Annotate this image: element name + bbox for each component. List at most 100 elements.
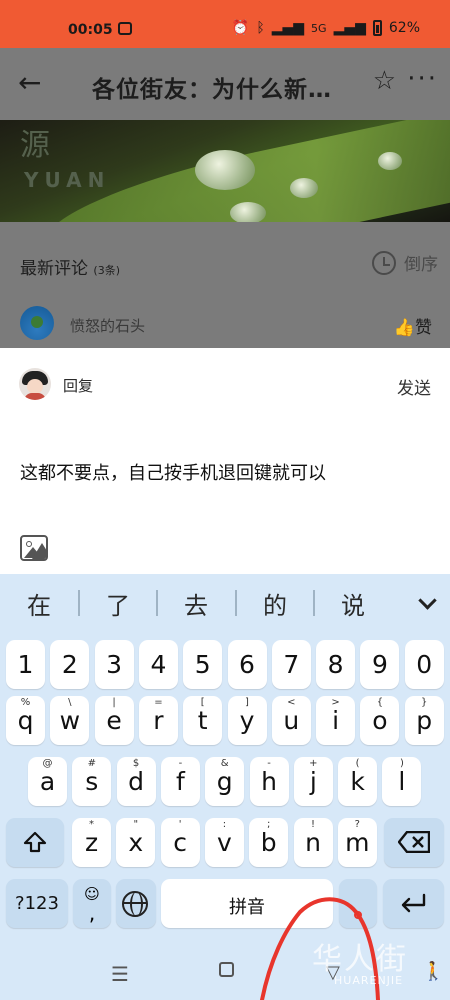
letter-key-i[interactable]: > i [316, 696, 356, 745]
enter-key[interactable] [383, 879, 444, 928]
number-key-6[interactable]: 6 [227, 640, 267, 689]
symbols-key[interactable]: ?123 [6, 879, 68, 928]
recents-icon[interactable]: ☰ [111, 962, 129, 986]
letter-key-c[interactable]: ' c [160, 818, 200, 867]
comma-label: , [88, 901, 96, 925]
letter-key-h[interactable]: -h [249, 757, 289, 806]
letter-key-y[interactable]: ] y [227, 696, 267, 745]
commenter-avatar[interactable] [20, 306, 54, 340]
home-icon[interactable] [219, 962, 234, 977]
signal-icon-2: ▂▄▆ [333, 20, 366, 36]
number-key-7[interactable]: 7 [271, 640, 311, 689]
candidate-word[interactable]: 在 [9, 586, 69, 621]
key-label: w [59, 706, 81, 735]
reply-label: 回复 [63, 377, 94, 395]
key-label: u [283, 706, 300, 735]
letter-key-q[interactable]: % q [6, 696, 45, 745]
key-label: g [216, 767, 233, 796]
like-label: 赞 [415, 318, 432, 338]
letter-key-v[interactable]: :v [204, 818, 244, 867]
candidate-word[interactable]: 说 [323, 586, 383, 621]
key-label: n [305, 828, 321, 857]
key-label: m [345, 828, 370, 857]
favorite-star-icon[interactable]: ☆ [373, 66, 396, 96]
letter-key-j[interactable]: + j [293, 757, 333, 806]
number-key-4[interactable]: 4 [138, 640, 178, 689]
reply-text-input[interactable]: 这都不要点，自己按手机退回键就可以 [20, 459, 326, 485]
accessibility-icon[interactable]: 🚶 [422, 961, 444, 982]
backspace-key[interactable] [384, 818, 444, 867]
number-key-0[interactable]: 0 [404, 640, 444, 689]
key-label: j [309, 767, 317, 796]
period-key[interactable] [339, 879, 377, 928]
candidate-word[interactable]: 了 [88, 586, 148, 621]
letter-key-l[interactable]: ) l [382, 757, 422, 806]
candidate-bar: 在 了 去 的 说 [0, 574, 450, 634]
message-notification-icon [118, 22, 132, 35]
letter-key-d[interactable]: $ d [116, 757, 156, 806]
symbols-key-label: ?123 [15, 893, 59, 914]
emoji-key[interactable]: ☺ , [73, 879, 111, 928]
letter-key-u[interactable]: < u [271, 696, 311, 745]
soft-keyboard: 在 了 去 的 说 ?123 ☺ , 拼音 ☰ ▽ 🚶 1 2 3 4 5 6 … [0, 574, 450, 1000]
letter-key-b[interactable]: ; b [249, 818, 289, 867]
number-key-2[interactable]: 2 [50, 640, 90, 689]
key-label: 9 [371, 650, 388, 679]
article-page-dimmed: ← 各位街友：为什么新… ☆ ··· 源 YUAN 最新评论 (3条) 倒序 愤… [0, 48, 450, 348]
key-label: p [416, 706, 433, 735]
letter-key-o[interactable]: {o [360, 696, 400, 745]
letter-key-n[interactable]: ! n [293, 818, 333, 867]
number-key-1[interactable]: 1 [6, 640, 45, 689]
enter-icon [401, 893, 426, 913]
like-button[interactable]: 👍赞 [394, 313, 432, 338]
key-label: k [350, 767, 365, 796]
water-drop [230, 202, 266, 222]
letter-key-k[interactable]: (k [338, 757, 378, 806]
shift-icon [23, 831, 47, 853]
letter-key-s[interactable]: # s [72, 757, 112, 806]
letter-key-p[interactable]: } p [404, 696, 444, 745]
commenter-name[interactable]: 愤怒的石头 [70, 315, 145, 336]
expand-candidates-icon[interactable] [418, 591, 437, 610]
key-label: o [372, 706, 388, 735]
letter-key-a[interactable]: @ a [28, 757, 67, 806]
key-label: 2 [61, 650, 78, 679]
key-label: d [128, 767, 145, 796]
key-label: 1 [17, 650, 34, 679]
key-label: 8 [327, 650, 344, 679]
sort-order-button[interactable]: 倒序 [372, 250, 438, 275]
image-picker-icon[interactable] [20, 535, 48, 561]
number-key-9[interactable]: 9 [360, 640, 400, 689]
letter-key-z[interactable]: * z [72, 818, 111, 867]
letter-key-r[interactable]: = r [138, 696, 178, 745]
letter-key-w[interactable]: \ w [50, 696, 90, 745]
send-button[interactable]: 发送 [397, 374, 431, 399]
language-switch-key[interactable] [116, 879, 156, 928]
hero-image: 源 YUAN [0, 120, 450, 222]
system-navigation-bar: ☰ ▽ 🚶 [0, 946, 450, 1000]
network-type: 5G [311, 21, 327, 35]
water-drop [290, 178, 318, 198]
key-label: q [17, 706, 34, 735]
key-label: b [260, 828, 277, 857]
candidate-word[interactable]: 的 [245, 586, 305, 621]
more-options-icon[interactable]: ··· [407, 64, 438, 94]
comments-header: 最新评论 (3条) 倒序 [0, 222, 450, 304]
letter-key-g[interactable]: & g [205, 757, 245, 806]
number-key-8[interactable]: 8 [316, 640, 356, 689]
space-key[interactable]: 拼音 [161, 879, 333, 928]
letter-key-f[interactable]: -f [160, 757, 200, 806]
key-label: h [261, 767, 277, 796]
candidate-word[interactable]: 去 [166, 586, 226, 621]
letter-key-m[interactable]: ? m [337, 818, 377, 867]
back-arrow-icon[interactable]: ← [18, 66, 41, 99]
letter-key-t[interactable]: [t [183, 696, 223, 745]
back-triangle-icon[interactable]: ▽ [326, 962, 340, 983]
letter-key-e[interactable]: | e [94, 696, 134, 745]
status-icons: ⏰ ᛒ ▂▄▆ 5G ▂▄▆ 62% [232, 20, 420, 36]
number-key-5[interactable]: 5 [183, 640, 223, 689]
number-key-3[interactable]: 3 [94, 640, 134, 689]
letter-key-x[interactable]: " x [116, 818, 156, 867]
brand-text: YUAN [24, 168, 111, 192]
shift-key[interactable] [6, 818, 64, 867]
